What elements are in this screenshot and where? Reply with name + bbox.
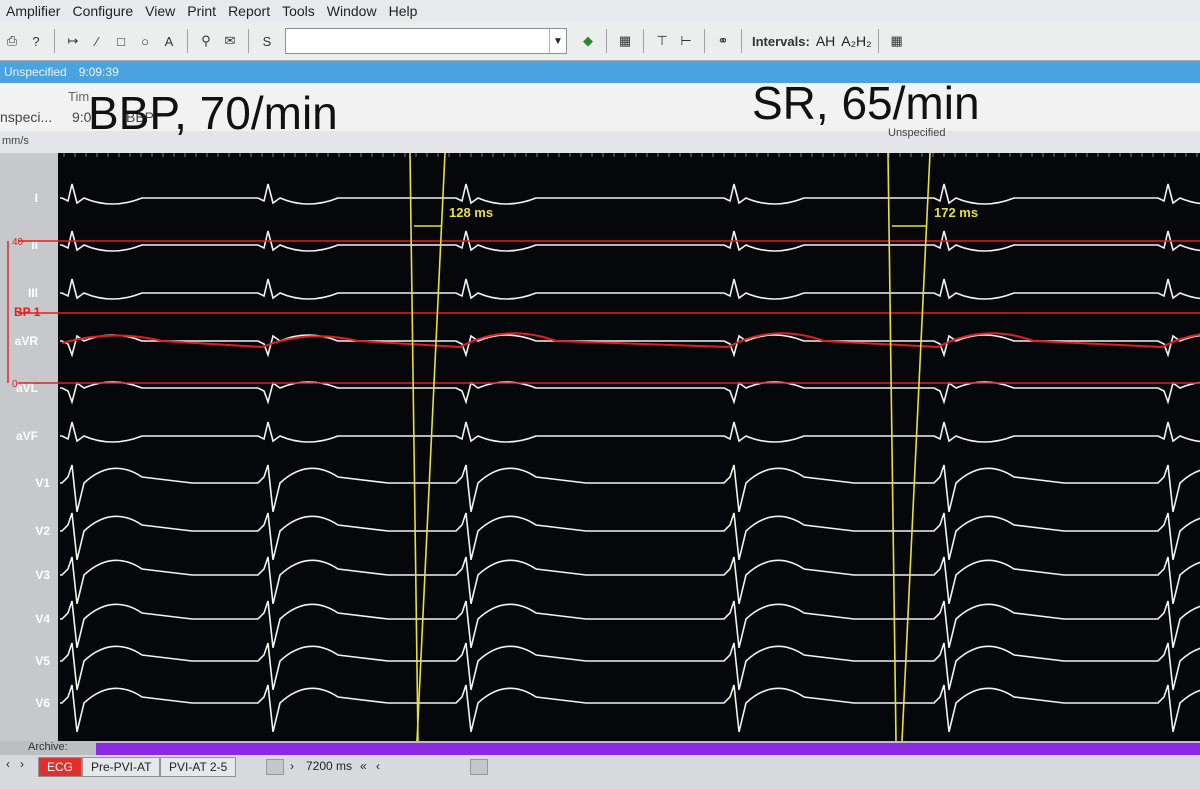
bp-scale-top: 40 (12, 237, 24, 248)
tab-pre-pvi-at[interactable]: Pre-PVI-AT (82, 757, 161, 777)
intervals-label: Intervals: (752, 33, 810, 49)
status-label: Unspecified (4, 65, 67, 79)
toolbar-separator (248, 29, 249, 53)
menu-tools[interactable]: Tools (282, 3, 315, 19)
caliper-tool-icon[interactable]: ↦ (62, 30, 84, 52)
layout-grid-icon[interactable]: ▦ (886, 30, 908, 52)
stim-tool-icon[interactable]: S (256, 30, 278, 52)
tab-ecg[interactable]: ECG (38, 757, 83, 777)
caliper-label: 128 ms (449, 205, 493, 220)
zoom-icon[interactable]: ⚲ (195, 30, 217, 52)
interval-ah-button[interactable]: AH (816, 33, 835, 49)
bp-scale-bottom: 0 (12, 379, 18, 390)
rectangle-tool-icon[interactable]: □ (110, 30, 132, 52)
scroll-readout: 7200 ms (306, 759, 353, 773)
lead-label: V2 (35, 524, 50, 538)
toolbar-separator (704, 29, 705, 53)
print-icon[interactable]: ⎙ (1, 30, 23, 52)
tab-pvi-at-label: PVI-AT 2-5 (169, 760, 228, 774)
step-back-icon[interactable]: ‹ (376, 759, 380, 773)
layout-grid-icon[interactable]: ▦ (614, 30, 636, 52)
marker-left-icon[interactable]: ⊤ (651, 30, 673, 52)
lead-label: V3 (35, 568, 50, 582)
tab-scroll-left-icon[interactable]: ‹ (6, 757, 10, 771)
status-bar: Unspecified 9:09:39 (0, 61, 1200, 83)
line-tool-icon[interactable]: ⁄ (86, 30, 108, 52)
lead-label: I (35, 191, 38, 205)
archive-label: Archive: (28, 741, 68, 753)
tab-pvi-at[interactable]: PVI-AT 2-5 (160, 757, 237, 777)
speed-unit-label: mm/s (2, 135, 29, 147)
menu-report[interactable]: Report (228, 3, 270, 19)
overlay-left-annotation: BBP, 70/min (88, 87, 338, 139)
menu-help[interactable]: Help (389, 3, 418, 19)
status-time: 9:09:39 (78, 65, 119, 79)
overlay-right-annotation: SR, 65/min (752, 77, 980, 129)
menu-print[interactable]: Print (187, 3, 216, 19)
caliper-label: 172 ms (934, 205, 978, 220)
toolbar-separator (606, 29, 607, 53)
lead-label: III (28, 286, 38, 300)
tab-ecg-label: ECG (47, 760, 74, 774)
menu-configure[interactable]: Configure (72, 3, 133, 19)
lead-label: V4 (35, 612, 50, 626)
lead-label: aVF (16, 429, 38, 443)
archive-timeline[interactable] (96, 743, 1200, 755)
toolbar-separator (741, 29, 742, 53)
event-row-name[interactable]: nspeci... (0, 109, 52, 125)
ellipse-tool-icon[interactable]: ○ (134, 30, 156, 52)
link-icon[interactable]: ⚭ (712, 30, 734, 52)
toolbar: ⎙ ? ↦ ⁄ □ ○ A ⚲ ✉ S ▼ ◆ ▦ ⊤ ⊢ ⚭ Interval… (0, 22, 1200, 61)
chevron-down-icon[interactable]: ▼ (549, 29, 566, 53)
tab-scroll-right-icon[interactable]: › (20, 757, 24, 771)
scroll-thumb-2[interactable] (470, 759, 488, 775)
scroll-thumb[interactable] (266, 759, 284, 775)
help-icon[interactable]: ? (25, 30, 47, 52)
tab-bar: ‹ › ECG Pre-PVI-AT PVI-AT 2-5 › 7200 ms … (0, 755, 1200, 789)
lead-label: aVR (15, 334, 39, 348)
menu-view[interactable]: View (145, 3, 175, 19)
lead-label: V5 (35, 654, 50, 668)
lead-label: V1 (35, 476, 50, 490)
mail-icon[interactable]: ✉ (219, 30, 241, 52)
menu-amplifier[interactable]: Amplifier (6, 3, 60, 19)
ecg-screen: IIIIIIaVRaVLaVFV1V2V3V4V5V6400BP 1128 ms… (7, 153, 1200, 741)
menu-window[interactable]: Window (327, 3, 377, 19)
toolbar-separator (643, 29, 644, 53)
toolbar-separator (54, 29, 55, 53)
text-tool-icon[interactable]: A (158, 30, 180, 52)
annotation-combo[interactable]: ▼ (285, 28, 567, 54)
rewind-icon[interactable]: « (360, 759, 367, 773)
interval-a2h2-button[interactable]: A₂H₂ (841, 33, 871, 49)
event-column-header: Tim (68, 89, 90, 104)
bp-channel-label: BP 1 (14, 305, 41, 319)
menu-bar: Amplifier Configure View Print Report To… (0, 0, 1200, 22)
trace-area: I II III aVR aVL aVF V1 V2 V3 V4 V5 V6 40 0 BP 1 128 ms… (0, 153, 1200, 741)
toolbar-separator (187, 29, 188, 53)
scroll-right-icon[interactable]: › (290, 759, 294, 773)
lead-label: V6 (35, 696, 50, 710)
toolbar-separator (877, 29, 879, 53)
tab-pre-pvi-at-label: Pre-PVI-AT (91, 760, 152, 774)
lead-label: II (31, 238, 38, 252)
color-picker-icon[interactable]: ◆ (577, 30, 599, 52)
marker-right-icon[interactable]: ⊢ (675, 30, 697, 52)
